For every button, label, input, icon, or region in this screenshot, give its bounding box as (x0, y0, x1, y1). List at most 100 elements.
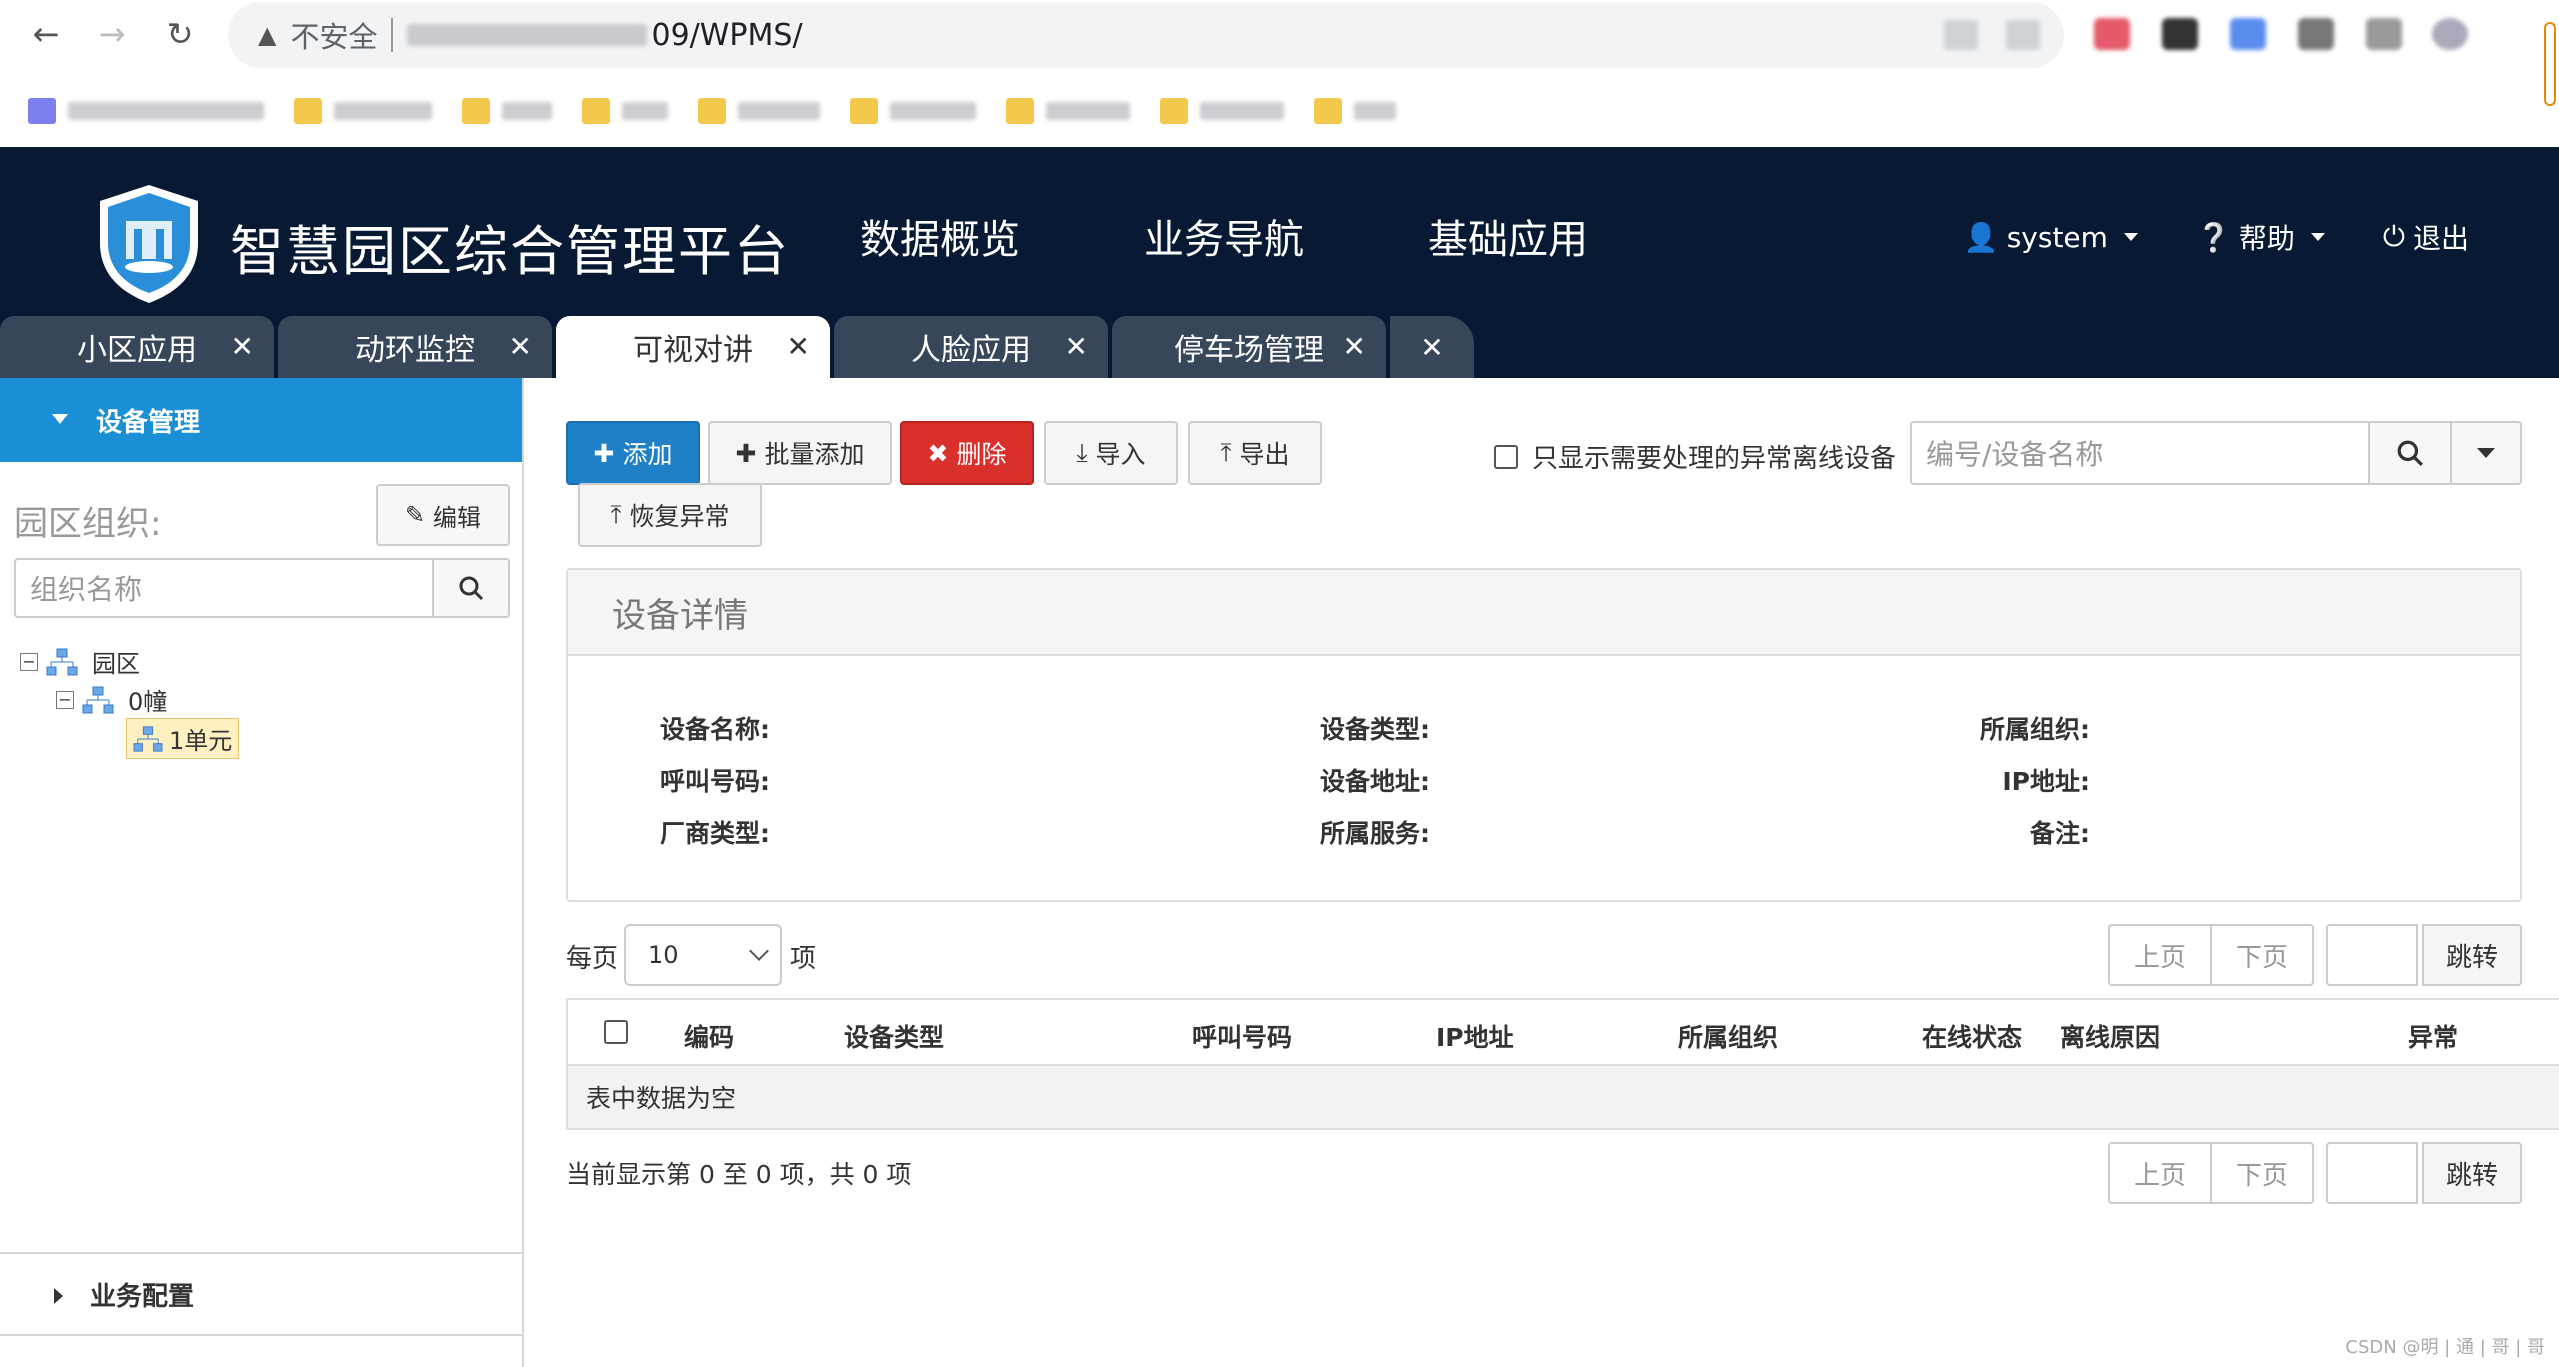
bookmark-item[interactable] (294, 98, 432, 124)
field-org: 所属组织: (1980, 715, 2090, 744)
close-icon[interactable]: ✕ (509, 330, 532, 363)
abnormal-filter-checkbox[interactable] (1494, 444, 1518, 469)
next-page-button[interactable]: 下页 (2210, 1142, 2314, 1204)
org-icon (82, 686, 114, 713)
table-empty-row: 表中数据为空 (568, 1066, 2559, 1128)
bookmark-item[interactable] (850, 98, 976, 124)
caret-right-icon (54, 1288, 63, 1304)
nav-business[interactable]: 业务导航 (1144, 207, 1304, 265)
tab-face-app[interactable]: 人脸应用 ✕ (834, 316, 1108, 378)
sidebar-section-label: 设备管理 (96, 407, 201, 438)
bookmark-item[interactable] (1314, 98, 1396, 124)
bookmark-item[interactable] (1006, 98, 1130, 124)
batch-add-button[interactable]: ✚ 批量添加 (708, 421, 892, 485)
tab-parking[interactable]: 停车场管理 ✕ (1112, 316, 1386, 378)
delete-button[interactable]: ✖ 删除 (900, 421, 1034, 485)
search-icon (459, 576, 484, 601)
user-menu[interactable]: 👤 system (1964, 221, 2138, 254)
collapse-icon[interactable]: − (56, 690, 74, 709)
field-vendor-type: 厂商类型: (660, 819, 770, 848)
extension-icon[interactable] (2230, 18, 2266, 50)
search-icon (2397, 440, 2423, 466)
org-search-button[interactable] (432, 558, 510, 618)
next-page-button[interactable]: 下页 (2210, 924, 2314, 986)
sidebar-item-device-management[interactable]: 设备管理 (0, 378, 522, 462)
bookmark-item[interactable] (582, 98, 668, 124)
bookmark-item[interactable] (1160, 98, 1284, 124)
close-icon[interactable]: ✕ (1343, 330, 1366, 363)
add-button[interactable]: ✚ 添加 (566, 421, 700, 485)
import-button[interactable]: ⤓ 导入 (1044, 421, 1178, 485)
extension-icon[interactable] (2162, 18, 2198, 50)
tree-node[interactable]: − 0幢 (56, 680, 173, 719)
prev-page-button[interactable]: 上页 (2108, 1142, 2212, 1204)
abnormal-filter[interactable]: 只显示需要处理的异常离线设备 (1494, 438, 1896, 475)
help-menu[interactable]: ❔ 帮助 (2196, 217, 2325, 257)
nav-basic-apps[interactable]: 基础应用 (1428, 207, 1588, 265)
per-page-unit: 项 (790, 944, 817, 974)
bookmark-item[interactable] (698, 98, 820, 124)
collapse-icon[interactable]: − (20, 652, 38, 671)
user-area: 👤 system ❔ 帮助 ⏻ 退出 (1964, 217, 2469, 257)
tab-community[interactable]: 小区应用 ✕ (0, 316, 274, 378)
device-search-button[interactable] (2368, 421, 2452, 485)
tab-video-intercom[interactable]: 可视对讲 ✕ (556, 316, 830, 378)
tab-env-monitor[interactable]: 动环监控 ✕ (278, 316, 552, 378)
search-options-dropdown[interactable] (2450, 421, 2522, 485)
device-detail-panel: 设备详情 设备名称: 设备类型: 所属组织: 呼叫号码: 设备地址: IP地址:… (566, 568, 2522, 902)
prev-page-button[interactable]: 上页 (2108, 924, 2212, 986)
col-device-type[interactable]: 设备类型 (844, 1018, 944, 1054)
col-online-status[interactable]: 在线状态 (1922, 1018, 2022, 1054)
close-icon[interactable]: ✕ (1065, 330, 1088, 363)
jump-button[interactable]: 跳转 (2422, 1142, 2522, 1204)
close-icon[interactable]: ✕ (787, 330, 810, 363)
chevron-down-icon (2123, 233, 2138, 241)
shield-logo-icon (100, 185, 198, 303)
per-page-select[interactable]: 10 (624, 924, 782, 986)
col-ip[interactable]: IP地址 (1436, 1018, 1514, 1054)
page-number-input[interactable] (2326, 924, 2418, 986)
bookmark-item[interactable] (28, 98, 264, 124)
sidebar-item-business-config[interactable]: 业务配置 (0, 1252, 522, 1336)
field-device-type: 设备类型: (1320, 715, 1430, 744)
edit-icon: ✎ (404, 501, 426, 529)
page-number-input[interactable] (2326, 1142, 2418, 1204)
edit-button[interactable]: ✎ 编辑 (376, 484, 510, 546)
nav-data-overview[interactable]: 数据概览 (860, 207, 1020, 265)
logout-label: 退出 (2412, 222, 2469, 255)
back-icon[interactable]: ← (24, 12, 68, 56)
col-offline-reason[interactable]: 离线原因 (2060, 1018, 2160, 1054)
bookmark-item[interactable] (462, 98, 552, 124)
tree-node-selected[interactable]: 1单元 (126, 718, 240, 759)
watermark: CSDN @明 | 通 | 哥 | 哥 (2345, 1337, 2545, 1358)
extension-icon[interactable] (2298, 18, 2334, 50)
org-icon (133, 725, 163, 752)
org-search-input[interactable]: 组织名称 (14, 558, 434, 618)
translate-icon[interactable] (1944, 20, 1978, 50)
extension-icon[interactable] (2366, 18, 2402, 50)
sidebar: 设备管理 园区组织: ✎ 编辑 组织名称 − 园区 − 0幢 1单元 业务配置 (0, 378, 524, 1367)
restore-abnormal-button[interactable]: ⤒ 恢复异常 (578, 483, 762, 547)
reload-icon[interactable]: ↻ (158, 12, 202, 56)
device-search-input[interactable]: 编号/设备名称 (1910, 421, 2370, 485)
power-icon: ⏻ (2382, 220, 2405, 253)
export-button[interactable]: ⤒ 导出 (1188, 421, 1322, 485)
forward-icon[interactable]: → (90, 12, 134, 56)
tree-node[interactable]: − 园区 (20, 642, 146, 681)
jump-button[interactable]: 跳转 (2422, 924, 2522, 986)
select-all-checkbox[interactable] (604, 1020, 628, 1044)
bookmark-star-icon[interactable] (2006, 20, 2040, 50)
tree-label: 1单元 (169, 727, 233, 755)
field-call-number: 呼叫号码: (660, 767, 770, 796)
col-call-number[interactable]: 呼叫号码 (1192, 1018, 1292, 1054)
close-all-tabs-button[interactable]: ✕ (1390, 316, 1474, 378)
extension-icon[interactable] (2094, 18, 2130, 50)
col-abnormal[interactable]: 异常 (2408, 1018, 2458, 1054)
logout-button[interactable]: ⏻ 退出 (2383, 217, 2469, 257)
col-code[interactable]: 编码 (684, 1018, 734, 1054)
address-bar[interactable]: ▲ 不安全 09/WPMS/ (228, 2, 2064, 68)
close-icon[interactable]: ✕ (231, 330, 254, 363)
plus-icon: ✚ (593, 438, 615, 468)
col-org[interactable]: 所属组织 (1678, 1018, 1778, 1054)
profile-avatar[interactable] (2432, 18, 2468, 50)
